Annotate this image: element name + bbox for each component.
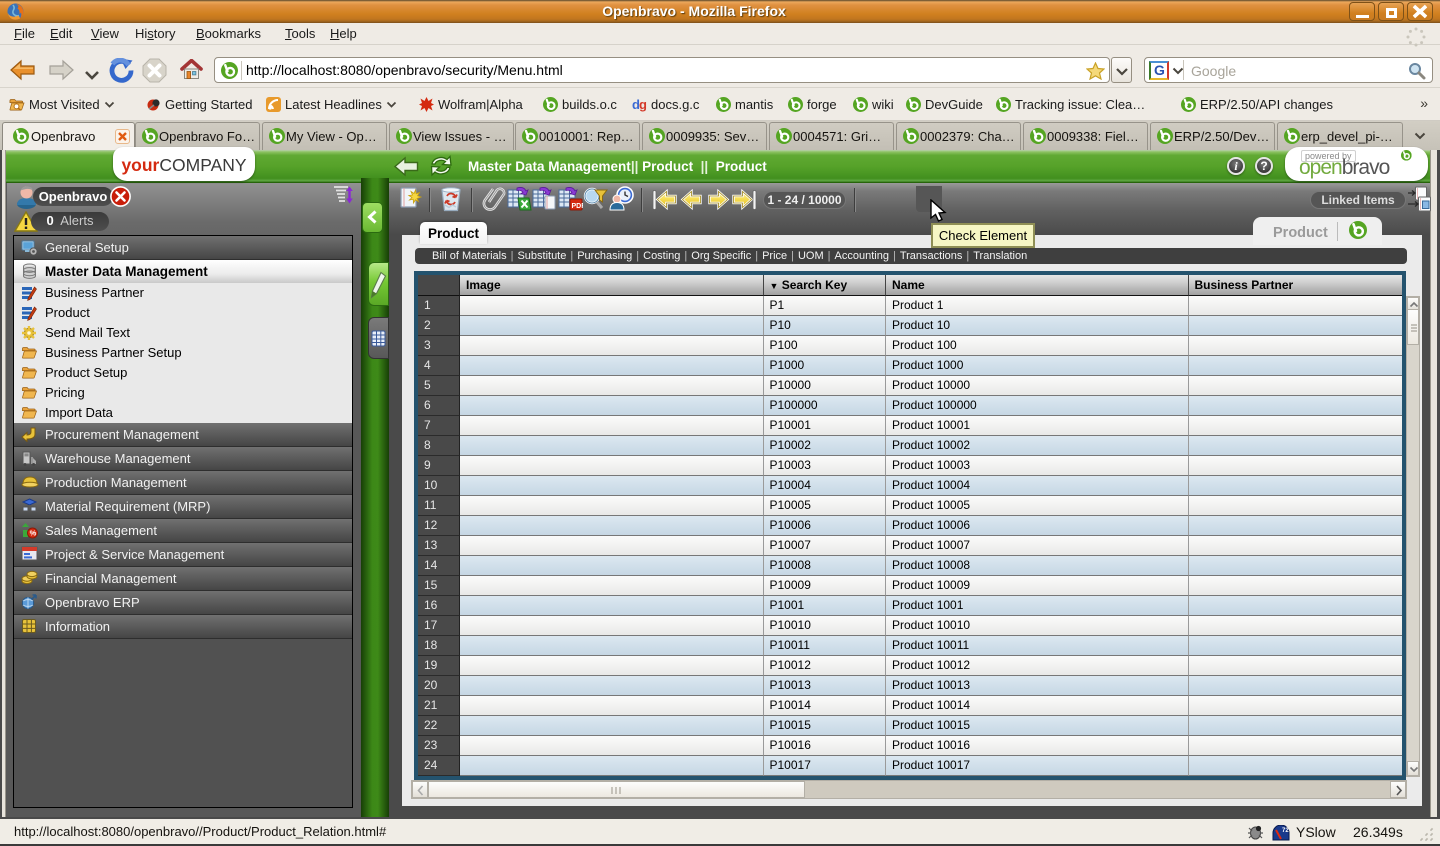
svg-text:g: g [639, 97, 647, 112]
svg-text:72: 72 [1282, 828, 1289, 834]
svg-text:%: % [30, 529, 37, 538]
svg-text:PDF: PDF [572, 203, 584, 210]
